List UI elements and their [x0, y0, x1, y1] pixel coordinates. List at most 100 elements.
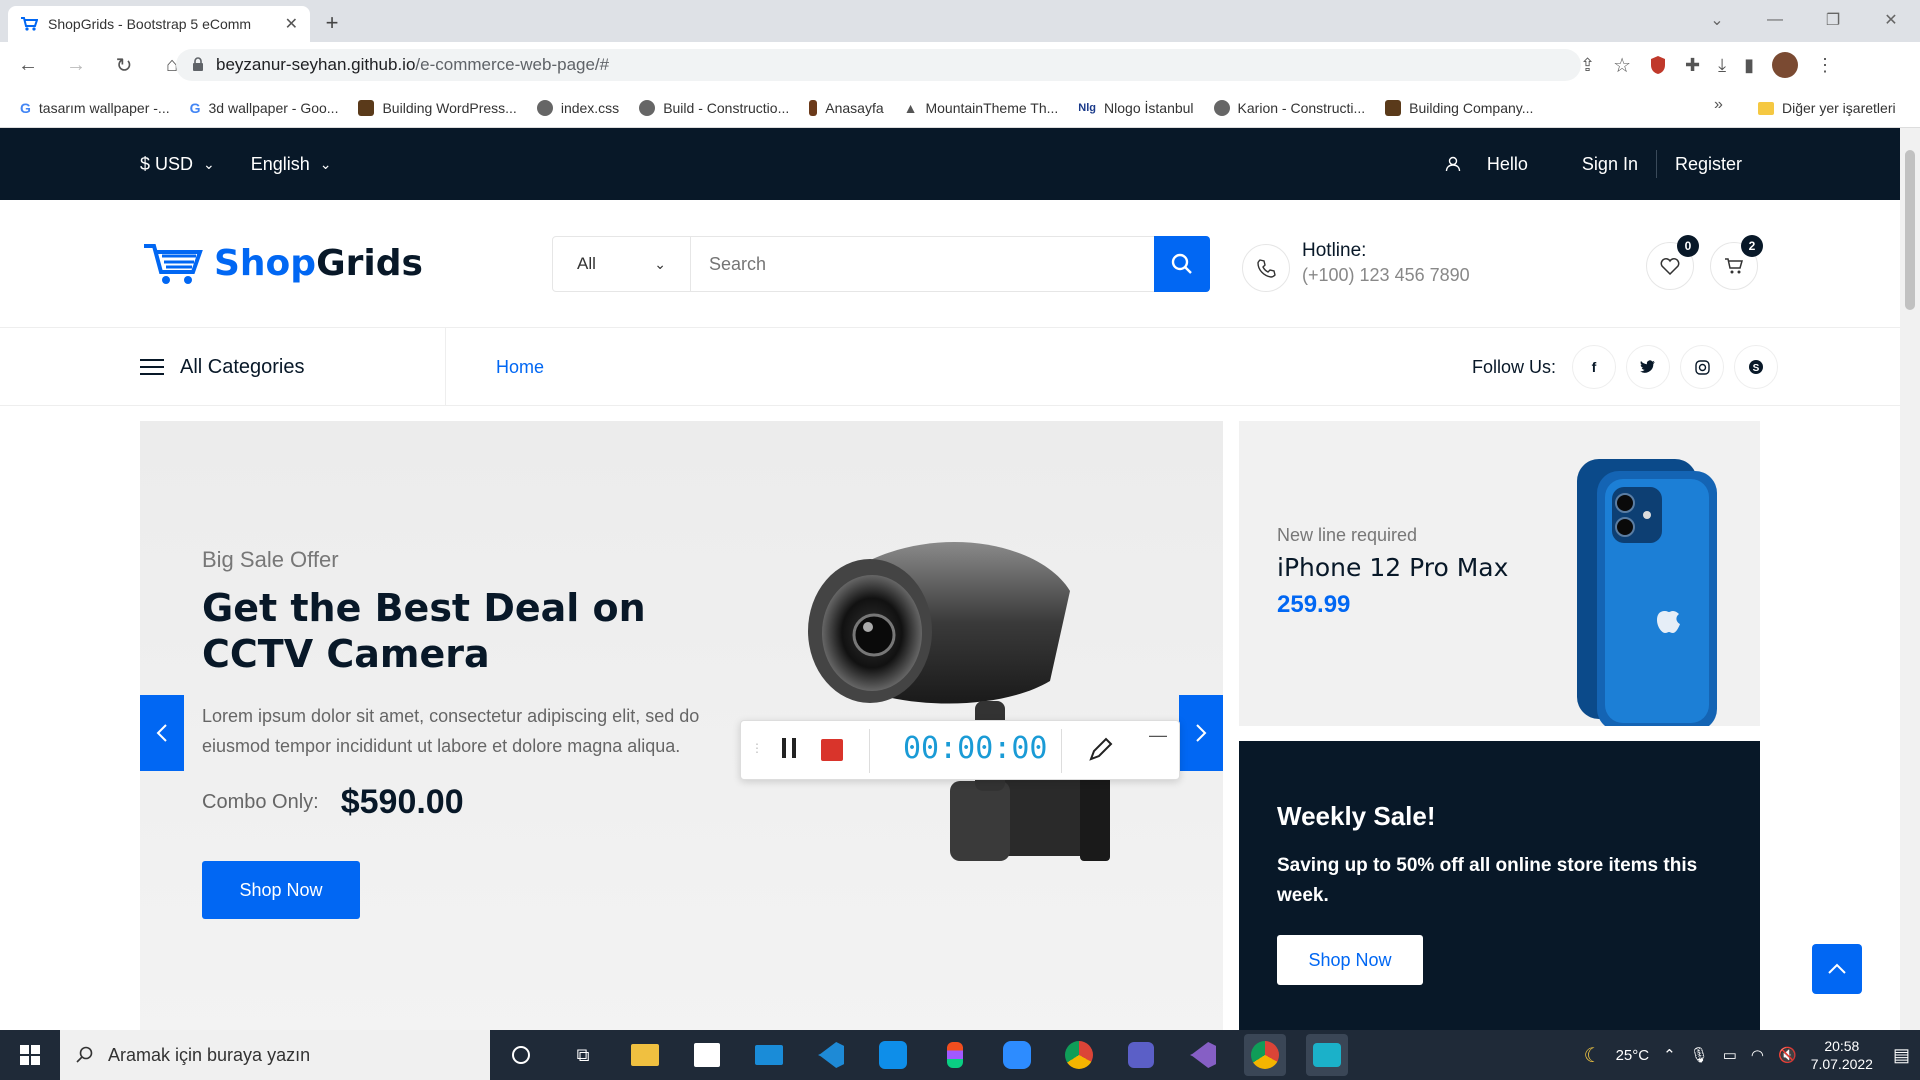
new-tab-button[interactable]: + — [318, 10, 346, 36]
pen-draw-icon[interactable] — [1087, 737, 1113, 763]
share-icon[interactable]: ⇪ — [1580, 55, 1595, 76]
forward-icon[interactable]: → — [56, 54, 96, 77]
battery-icon[interactable]: ▭ — [1723, 1046, 1737, 1064]
teamviewer-icon[interactable] — [872, 1034, 914, 1076]
facebook-icon[interactable]: f — [1572, 345, 1616, 389]
profile-avatar[interactable] — [1772, 52, 1798, 78]
teams-icon[interactable] — [1120, 1034, 1162, 1076]
currency-select[interactable]: $ USD ⌄ — [140, 154, 215, 175]
sign-in-link[interactable]: Sign In — [1564, 154, 1656, 175]
wishlist-count-badge: 0 — [1677, 235, 1699, 257]
slider-prev-button[interactable] — [140, 695, 184, 771]
twitter-icon[interactable] — [1626, 345, 1670, 389]
bookmark-item[interactable]: Karion - Constructi... — [1213, 99, 1365, 116]
bookmark-item[interactable]: Anasayfa — [809, 99, 884, 116]
taskbar-search[interactable]: Aramak için buraya yazın — [60, 1030, 490, 1080]
scrollbar-thumb[interactable] — [1905, 150, 1915, 310]
file-explorer-icon[interactable] — [624, 1034, 666, 1076]
iphone-image — [1577, 459, 1717, 726]
minimize-recorder-icon[interactable]: — — [1149, 725, 1167, 746]
follow-us: Follow Us: f S — [1472, 328, 1778, 406]
url-path: /e-commerce-web-page/# — [415, 55, 610, 74]
extensions-icon[interactable]: ✚ — [1685, 55, 1700, 76]
search-category-select[interactable]: All ⌄ — [553, 237, 691, 291]
divider — [869, 729, 870, 773]
tray-chevron-up-icon[interactable]: ⌃ — [1663, 1046, 1676, 1064]
hotline-number: (+100) 123 456 7890 — [1302, 265, 1470, 285]
notifications-icon[interactable]: ▤ — [1893, 1045, 1910, 1066]
bookmark-item[interactable]: Nlg Nlogo İstanbul — [1078, 100, 1193, 116]
all-categories-button[interactable]: All Categories — [140, 328, 446, 406]
follow-us-label: Follow Us: — [1471, 356, 1556, 377]
tab-search-icon[interactable]: ⌄ — [1688, 10, 1746, 30]
slider-next-button[interactable] — [1179, 695, 1223, 771]
drag-handle-icon[interactable]: ⋮ — [751, 741, 763, 755]
figma-icon[interactable] — [934, 1034, 976, 1076]
windows-logo-icon — [20, 1045, 40, 1065]
shopgrids-logo[interactable]: ShopGrids — [142, 240, 423, 286]
register-link[interactable]: Register — [1657, 154, 1760, 175]
bookmarks-overflow-button[interactable]: » — [1714, 96, 1723, 114]
window-controls: ⌄ — ❐ ✕ — [1688, 0, 1920, 40]
windows-start-button[interactable] — [0, 1030, 60, 1080]
minimize-icon[interactable]: — — [1746, 11, 1804, 29]
search-input[interactable] — [691, 237, 1154, 291]
temperature[interactable]: 25°C — [1616, 1047, 1650, 1064]
task-view-icon[interactable]: ⧉ — [562, 1034, 604, 1076]
iphone-promo-banner[interactable]: New line required iPhone 12 Pro Max 259.… — [1239, 421, 1760, 726]
site-topbar: $ USD ⌄ English ⌄ Hello Sign In Register — [0, 128, 1900, 200]
bookmark-item[interactable]: Gtasarım wallpaper -... — [20, 100, 170, 116]
user-greeting: Hello — [1427, 154, 1564, 175]
language-select[interactable]: English ⌄ — [251, 154, 332, 175]
microsoft-store-icon[interactable] — [686, 1034, 728, 1076]
visual-studio-icon[interactable] — [1182, 1034, 1224, 1076]
bookmark-item[interactable]: Building Company... — [1385, 99, 1533, 116]
stop-icon[interactable] — [821, 739, 843, 761]
bookmark-star-icon[interactable]: ☆ — [1613, 53, 1631, 78]
weather-moon-icon[interactable]: ☾ — [1584, 1043, 1602, 1068]
hero-price: $590.00 — [340, 783, 464, 821]
search-button[interactable] — [1154, 236, 1210, 292]
bookmark-item[interactable]: Build - Constructio... — [639, 99, 789, 116]
browser-tab[interactable]: ShopGrids - Bootstrap 5 eComm ✕ — [8, 6, 310, 42]
reload-icon[interactable]: ↻ — [104, 53, 144, 78]
bookmark-item[interactable]: Building WordPress... — [358, 99, 517, 116]
skype-icon[interactable]: S — [1734, 345, 1778, 389]
weekly-shop-now-button[interactable]: Shop Now — [1277, 935, 1423, 985]
page-scrollbar[interactable] — [1900, 128, 1920, 1030]
nav-home-link[interactable]: Home — [496, 328, 544, 406]
google-icon: G — [189, 99, 201, 116]
back-icon[interactable]: ← — [8, 54, 48, 77]
taskbar-clock[interactable]: 20:58 7.07.2022 — [1811, 1037, 1873, 1073]
restore-icon[interactable]: ❐ — [1804, 10, 1862, 30]
chrome-active-icon[interactable] — [1244, 1034, 1286, 1076]
side-panel-icon[interactable]: ▮ — [1744, 55, 1754, 76]
other-bookmarks[interactable]: Diğer yer işaretleri — [1758, 88, 1896, 128]
instagram-icon[interactable] — [1680, 345, 1724, 389]
screen-recorder-app-icon[interactable] — [1306, 1034, 1348, 1076]
cortana-icon[interactable] — [500, 1034, 542, 1076]
hero-shop-now-button[interactable]: Shop Now — [202, 861, 360, 919]
adblock-shield-icon[interactable] — [1649, 55, 1667, 75]
wishlist-button[interactable]: 0 — [1646, 235, 1699, 290]
bookmark-item[interactable]: index.css — [536, 99, 619, 116]
microphone-icon[interactable]: 🎙 — [1690, 1046, 1709, 1064]
mail-icon[interactable] — [748, 1034, 790, 1076]
cart-button[interactable]: 2 — [1710, 235, 1763, 290]
volume-muted-icon[interactable]: 🔇 — [1778, 1046, 1797, 1064]
scroll-to-top-button[interactable] — [1812, 944, 1862, 994]
download-icon[interactable]: ⤓ — [1718, 55, 1726, 76]
bookmark-item[interactable]: ▲ MountainTheme Th... — [904, 100, 1059, 116]
close-window-icon[interactable]: ✕ — [1862, 10, 1920, 30]
chrome-icon[interactable] — [1058, 1034, 1100, 1076]
close-tab-icon[interactable]: ✕ — [285, 14, 298, 34]
browser-menu-icon[interactable]: ⋮ — [1816, 55, 1834, 76]
zoom-icon[interactable] — [996, 1034, 1038, 1076]
pause-icon[interactable] — [781, 737, 797, 759]
bookmark-item[interactable]: G 3d wallpaper - Goo... — [190, 100, 339, 116]
vscode-icon[interactable] — [810, 1034, 852, 1076]
divider — [1061, 729, 1062, 773]
url-bar[interactable]: beyzanur-seyhan.github.io/e-commerce-web… — [176, 49, 1581, 81]
cart-count-badge: 2 — [1741, 235, 1763, 257]
wifi-icon[interactable]: ◠ — [1751, 1046, 1764, 1064]
